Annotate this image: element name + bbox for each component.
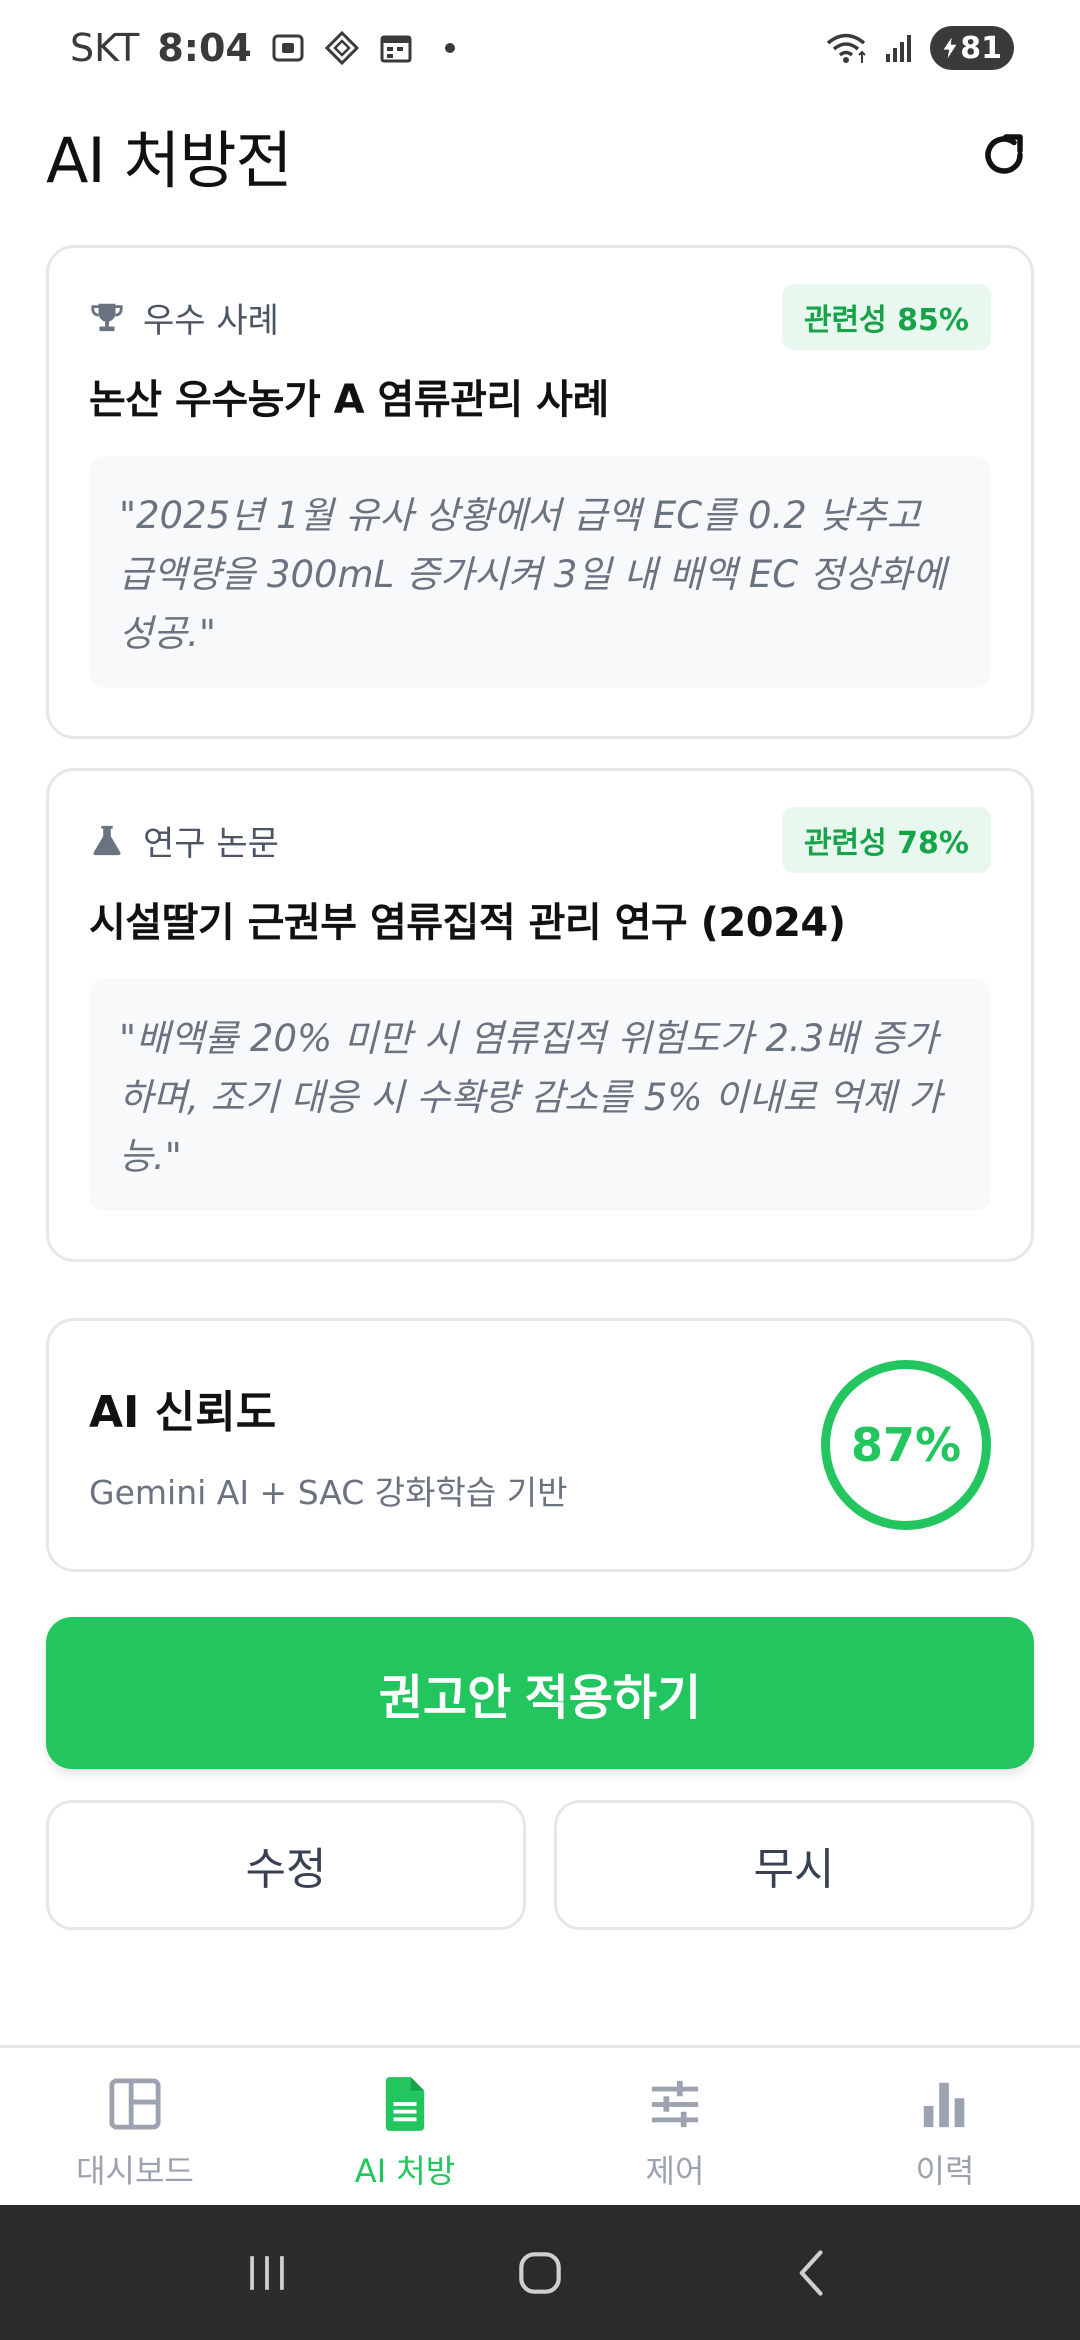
trophy-icon (89, 299, 125, 335)
card-kind-label: 우수 사례 (143, 300, 279, 341)
charging-icon (943, 37, 957, 59)
confidence-gauge: 87% (821, 1360, 991, 1530)
nav-item-history[interactable]: 이력 (810, 2048, 1080, 2205)
clock: 8:04 (157, 26, 252, 70)
battery-level: 81 (960, 30, 1002, 66)
nav-label: 이력 (915, 2152, 975, 2190)
reference-quote: "2025년 1월 유사 상황에서 급액 EC를 0.2 낮추고 급액량을 30… (89, 456, 991, 688)
recents-icon (249, 2255, 284, 2290)
flask-icon (89, 822, 125, 858)
confidence-subtitle: Gemini AI + SAC 강화학습 기반 (89, 1473, 568, 1512)
recents-button[interactable] (232, 2238, 302, 2308)
refresh-button[interactable] (974, 125, 1034, 185)
nav-item-dashboard[interactable]: 대시보드 (0, 2048, 270, 2205)
confidence-title: AI 신뢰도 (89, 1387, 277, 1438)
nav-item-control[interactable]: 제어 (540, 2048, 810, 2205)
bar-chart-icon (917, 2074, 973, 2134)
reference-card-best-practice[interactable]: 우수 사례 관련성 85% 논산 우수농가 A 염류관리 사례 "2025년 1… (46, 245, 1034, 739)
reference-card-research-paper[interactable]: 연구 논문 관련성 78% 시설딸기 근권부 염류집적 관리 연구 (2024)… (46, 768, 1034, 1262)
calendar-icon (378, 30, 414, 66)
ai-confidence-card: AI 신뢰도 Gemini AI + SAC 강화학습 기반 87% (46, 1318, 1034, 1572)
reference-title: 논산 우수농가 A 염류관리 사례 (89, 377, 609, 423)
sliders-icon (647, 2074, 703, 2134)
signal-icon (882, 30, 918, 66)
screenshot-icon (270, 30, 306, 66)
status-bar: SKT 8:04 81 (0, 0, 1080, 96)
reference-quote: "배액률 20% 미만 시 염류집적 위험도가 2.3배 증가하며, 조기 대응… (89, 979, 991, 1211)
nav-label: AI 처방 (354, 2152, 456, 2190)
relevance-badge: 관련성 78% (781, 807, 991, 873)
data-saver-icon (324, 30, 360, 66)
notification-dot-icon (432, 30, 468, 66)
back-button[interactable] (778, 2238, 848, 2308)
apply-recommendation-button[interactable]: 권고안 적용하기 (46, 1617, 1034, 1769)
home-button[interactable] (505, 2238, 575, 2308)
carrier-label: SKT (70, 26, 140, 70)
edit-button[interactable]: 수정 (46, 1800, 526, 1930)
nav-item-ai-prescription[interactable]: AI 처방 (270, 2048, 540, 2205)
home-icon (519, 2251, 561, 2294)
bottom-nav: 대시보드 AI 처방 제어 이력 (0, 2045, 1080, 2205)
system-nav-bar (0, 2205, 1080, 2340)
document-icon (377, 2074, 433, 2134)
wifi-icon (824, 30, 870, 66)
dashboard-icon (107, 2074, 163, 2134)
page-title: AI 처방전 (46, 124, 293, 197)
app-header: AI 처방전 (46, 110, 1034, 200)
back-icon (800, 2249, 823, 2296)
reference-title: 시설딸기 근권부 염류집적 관리 연구 (2024) (89, 900, 846, 946)
nav-label: 대시보드 (76, 2152, 194, 2190)
ignore-button[interactable]: 무시 (554, 1800, 1034, 1930)
card-kind-label: 연구 논문 (143, 823, 279, 864)
battery-indicator: 81 (930, 26, 1014, 70)
refresh-icon (985, 134, 1023, 174)
nav-label: 제어 (645, 2152, 705, 2190)
relevance-badge: 관련성 85% (781, 284, 991, 350)
